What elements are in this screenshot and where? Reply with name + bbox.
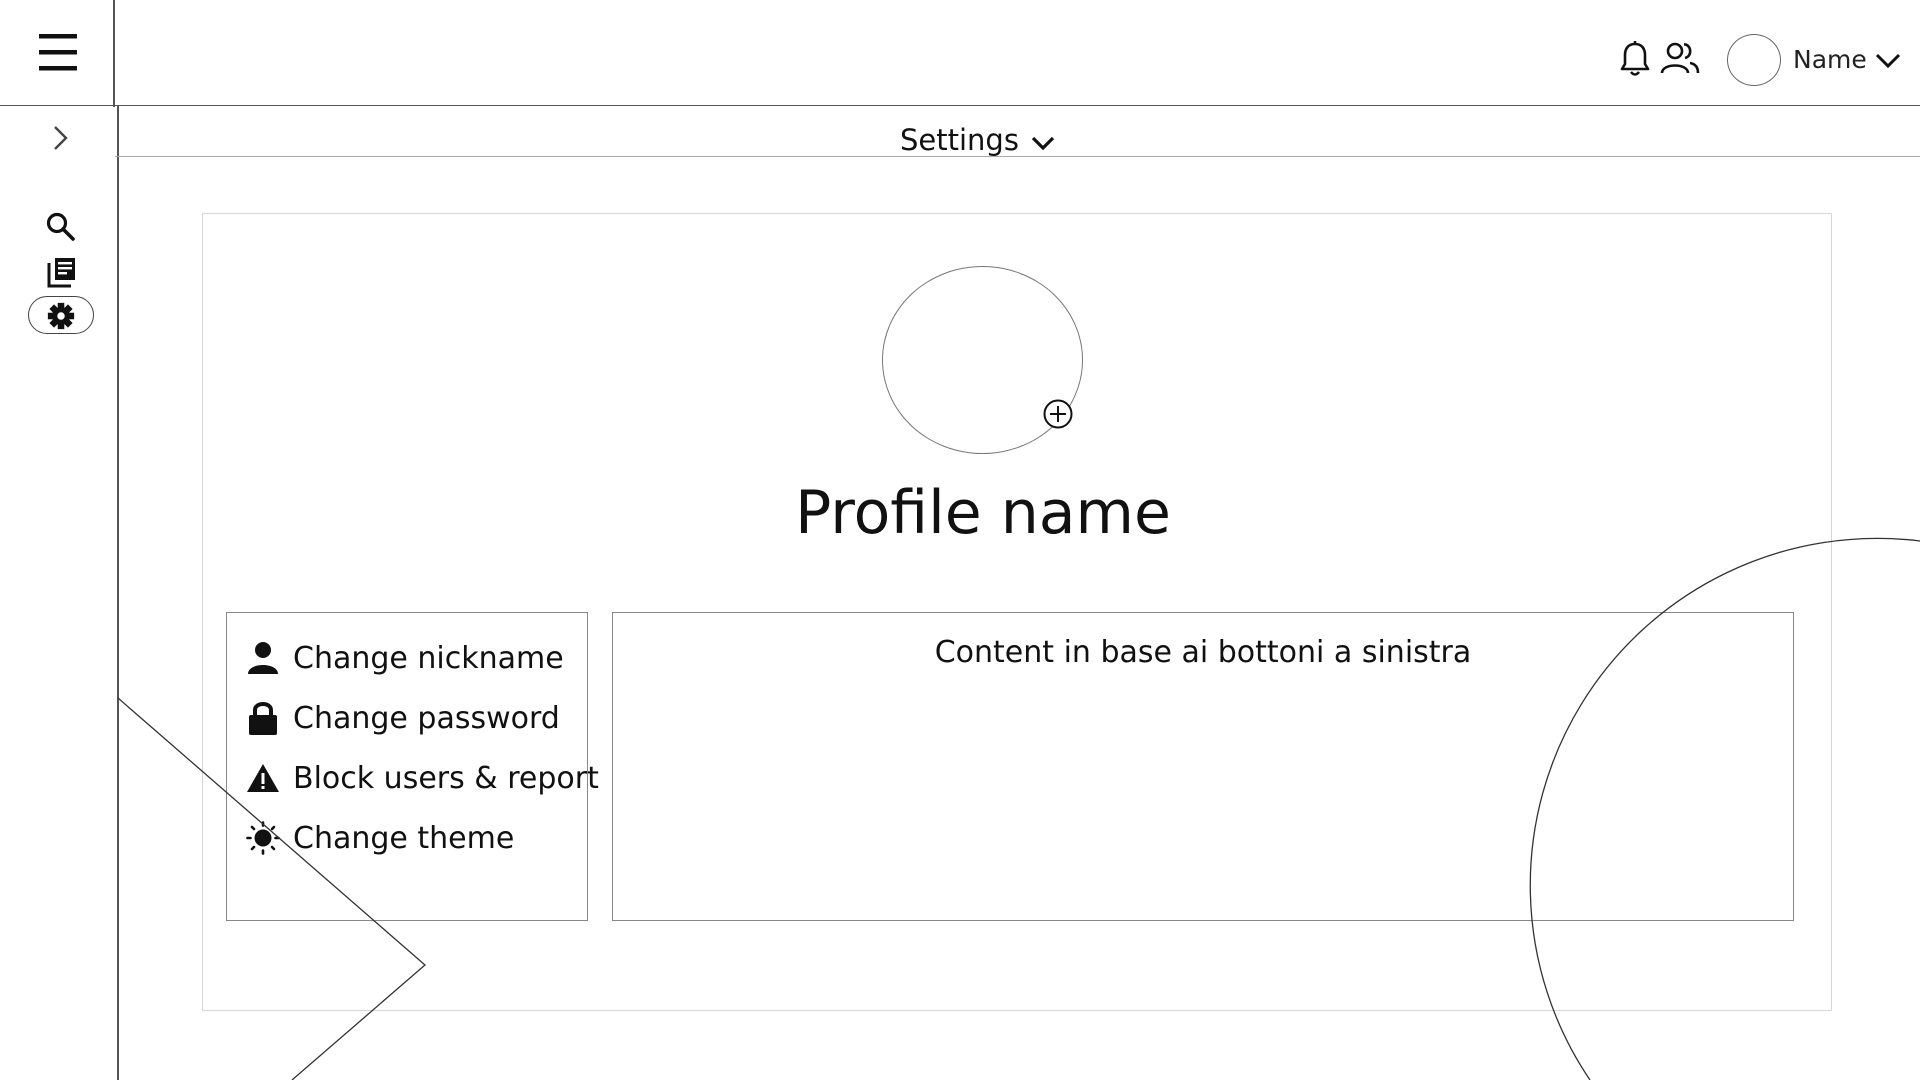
option-label: Change password [293, 700, 560, 736]
users-icon [1660, 42, 1700, 74]
user-name[interactable]: Name [1793, 43, 1867, 77]
sun-icon [246, 821, 280, 855]
settings-title[interactable]: Settings [900, 121, 1019, 159]
option-label: Block users & report [293, 760, 599, 796]
chevron-down-icon [1031, 136, 1055, 151]
chevron-right-icon [54, 126, 68, 150]
option-change-theme[interactable]: Change theme [246, 816, 514, 860]
lock-icon [246, 701, 280, 735]
option-label: Change theme [293, 820, 515, 856]
notifications-button[interactable] [1618, 40, 1652, 78]
header-divider [0, 105, 1920, 107]
sidebar-item-settings[interactable] [28, 296, 94, 334]
sidebar-item-library[interactable] [45, 256, 77, 288]
option-block-users-report[interactable]: Block users & report [246, 756, 599, 800]
user-avatar[interactable] [1727, 34, 1781, 86]
option-change-nickname[interactable]: Change nickname [246, 636, 564, 680]
profile-name: Profile name [795, 478, 1171, 548]
content-placeholder-text: Content in base ai bottoni a sinistra [934, 635, 1472, 670]
menu-button[interactable] [34, 28, 82, 76]
sidebar-item-search[interactable] [45, 211, 77, 243]
user-icon [246, 641, 280, 675]
option-label: Change nickname [293, 640, 564, 676]
warning-icon [246, 761, 280, 795]
menu-icon [39, 34, 77, 71]
plus-circle-icon [1043, 399, 1073, 429]
search-icon [46, 212, 75, 241]
user-menu-chevron[interactable] [1874, 47, 1902, 75]
settings-dropdown-chevron[interactable] [1028, 128, 1058, 158]
chevron-down-icon [1875, 53, 1901, 69]
bell-icon [1620, 41, 1650, 76]
library-icon [47, 258, 75, 288]
friends-button[interactable] [1660, 40, 1700, 78]
option-change-password[interactable]: Change password [246, 696, 560, 740]
sidebar-divider-lower [117, 105, 119, 1080]
sidebar-divider [113, 0, 115, 107]
sidebar-expand-button[interactable] [47, 123, 75, 153]
add-photo-button[interactable] [1042, 398, 1074, 430]
